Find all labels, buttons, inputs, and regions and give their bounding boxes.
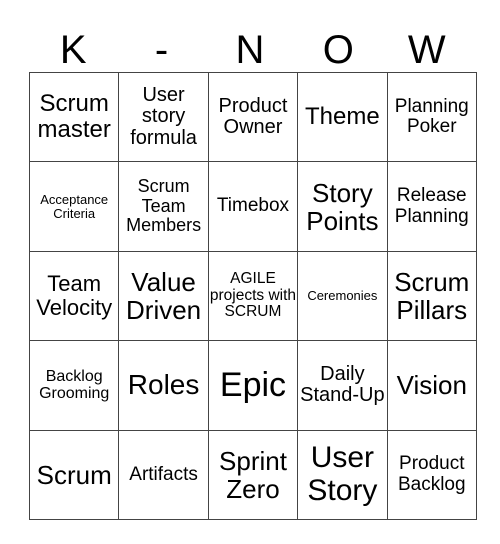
cell-text: Team Velocity bbox=[36, 271, 113, 320]
bingo-cell[interactable]: User story formula bbox=[118, 71, 209, 163]
cell-text: Release Planning bbox=[394, 185, 469, 227]
bingo-cell[interactable]: Planning Poker bbox=[386, 71, 477, 163]
cell-text: Acceptance Criteria bbox=[40, 191, 109, 221]
cell-text: Product Backlog bbox=[397, 453, 466, 495]
cell-text: Daily Stand-Up bbox=[300, 362, 385, 407]
cell-text: Product Owner bbox=[218, 94, 288, 139]
cell-text: Scrum bbox=[36, 459, 112, 490]
cell-text: Scrum master bbox=[37, 90, 111, 144]
bingo-row: Scrum Artifacts Sprint Zero User Story P… bbox=[28, 429, 477, 520]
bingo-cell[interactable]: Scrum Team Members bbox=[118, 161, 209, 252]
bingo-cell[interactable]: Vision bbox=[386, 340, 477, 431]
bingo-cell[interactable]: Product Backlog bbox=[386, 429, 477, 520]
bingo-cell[interactable]: Scrum master bbox=[28, 71, 120, 163]
bingo-header: K - N O W bbox=[29, 28, 471, 72]
cell-text: Artifacts bbox=[129, 463, 198, 485]
bingo-cell[interactable]: Scrum Pillars bbox=[386, 250, 477, 342]
bingo-cell[interactable]: Epic bbox=[207, 340, 299, 431]
cell-text: Story Points bbox=[306, 177, 379, 236]
bingo-cell[interactable]: User Story bbox=[297, 429, 388, 520]
cell-text: AGILE projects with SCRUM bbox=[209, 269, 297, 321]
cell-text: Planning Poker bbox=[394, 95, 469, 138]
bingo-cell[interactable]: Artifacts bbox=[118, 429, 209, 520]
bingo-cell[interactable]: Roles bbox=[118, 340, 209, 431]
bingo-row: Team Velocity Value Driven AGILE project… bbox=[28, 250, 477, 342]
bingo-cell[interactable]: Release Planning bbox=[386, 161, 477, 252]
bingo-grid: Scrum master User story formula Product … bbox=[28, 71, 477, 520]
bingo-row: Acceptance Criteria Scrum Team Members T… bbox=[28, 161, 477, 252]
header-letter: - bbox=[154, 28, 169, 72]
header-letter: N bbox=[235, 28, 265, 72]
cell-text: Scrum Team Members bbox=[126, 176, 202, 236]
bingo-cell[interactable]: Theme bbox=[297, 71, 388, 163]
bingo-cell[interactable]: AGILE projects with SCRUM bbox=[207, 250, 299, 342]
header-letter: O bbox=[322, 28, 354, 72]
bingo-cell[interactable]: Sprint Zero bbox=[207, 429, 299, 520]
cell-text: Roles bbox=[127, 369, 200, 401]
cell-text: Timebox bbox=[216, 195, 290, 217]
bingo-cell[interactable]: Value Driven bbox=[118, 250, 209, 342]
bingo-cell[interactable]: Scrum bbox=[28, 429, 120, 520]
bingo-cell[interactable]: Ceremonies bbox=[297, 250, 388, 342]
cell-text: Scrum Pillars bbox=[394, 266, 470, 325]
header-letter: K bbox=[59, 28, 87, 72]
bingo-row: Scrum master User story formula Product … bbox=[28, 71, 477, 163]
cell-text: Vision bbox=[396, 370, 467, 401]
cell-text: User story formula bbox=[130, 83, 197, 149]
bingo-cell[interactable]: Timebox bbox=[207, 161, 299, 252]
bingo-cell[interactable]: Team Velocity bbox=[28, 250, 120, 342]
bingo-cell[interactable]: Daily Stand-Up bbox=[297, 340, 388, 431]
cell-text: Value Driven bbox=[126, 266, 202, 325]
bingo-cell[interactable]: Story Points bbox=[297, 161, 388, 252]
bingo-cell[interactable]: Backlog Grooming bbox=[28, 340, 120, 431]
cell-text: Epic bbox=[219, 366, 287, 404]
bingo-cell[interactable]: Product Owner bbox=[207, 71, 299, 163]
header-letter: W bbox=[407, 28, 446, 72]
bingo-cell[interactable]: Acceptance Criteria bbox=[28, 161, 120, 252]
cell-text: Theme bbox=[305, 103, 380, 131]
cell-text: Ceremonies bbox=[307, 287, 378, 303]
cell-text: Sprint Zero bbox=[219, 445, 287, 504]
bingo-row: Backlog Grooming Roles Epic Daily Stand-… bbox=[28, 340, 477, 431]
cell-text: Backlog Grooming bbox=[39, 368, 110, 403]
cell-text: User Story bbox=[307, 441, 378, 507]
